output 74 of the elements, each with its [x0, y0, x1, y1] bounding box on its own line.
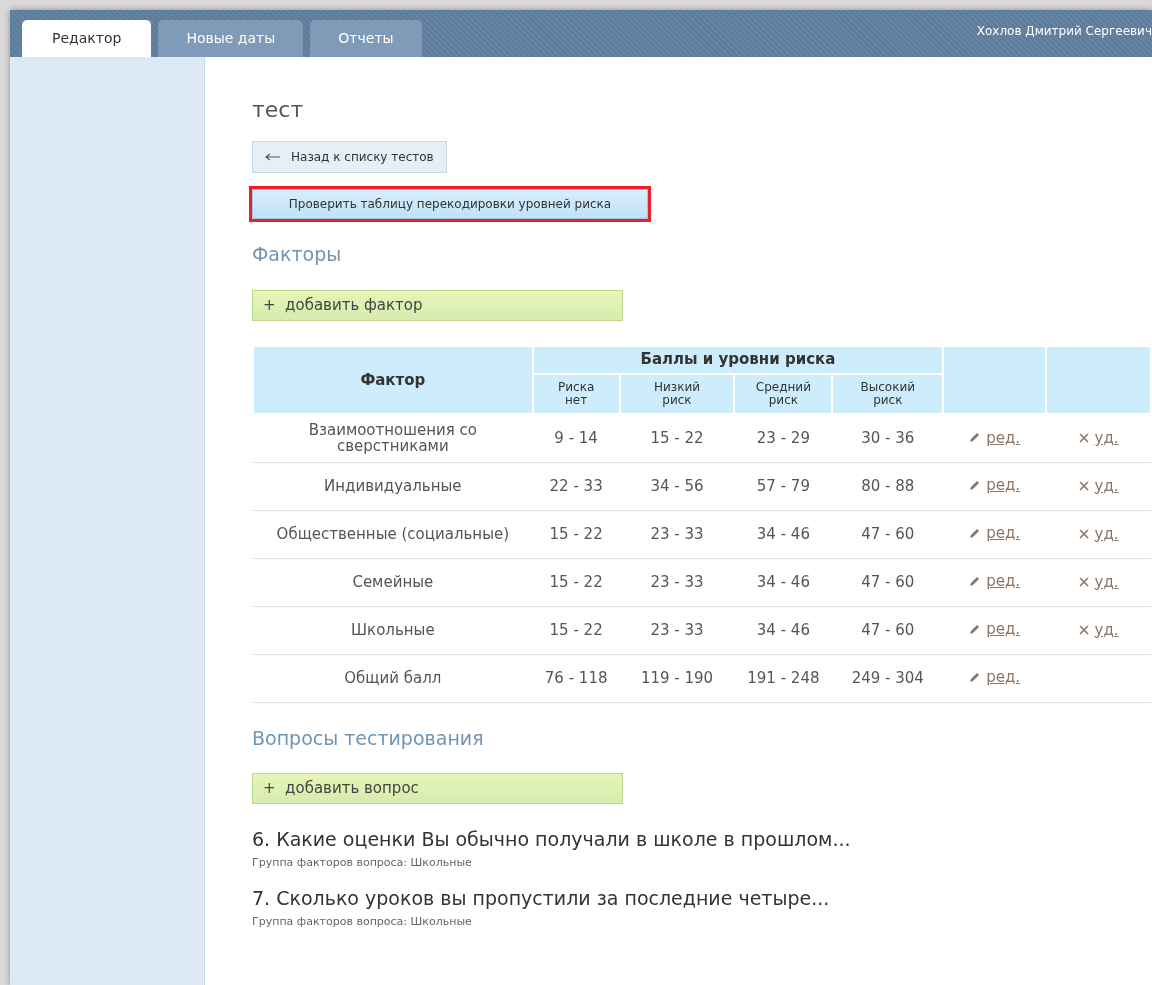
delete-link[interactable]: уд. — [1078, 477, 1119, 495]
pencil-icon — [969, 672, 981, 684]
table-cell: 15 - 22 — [532, 558, 620, 607]
close-icon — [1078, 528, 1089, 539]
pencil-icon — [969, 624, 981, 636]
tab[interactable]: Редактор — [22, 20, 152, 57]
column-header: Высокий риск — [832, 373, 944, 415]
tab[interactable]: Новые даты — [158, 20, 304, 57]
delete-link[interactable]: уд. — [1078, 573, 1119, 591]
table-cell: Индивидуальные — [253, 462, 533, 511]
question-title[interactable]: 6. Какие оценки Вы обычно получали в школе в прошлом... — [252, 827, 1152, 851]
table-cell: 119 - 190 — [619, 654, 735, 703]
check-table-button[interactable]: Проверить таблицу перекодировки уровней риска — [252, 189, 648, 220]
column-header: Фактор — [253, 345, 533, 415]
close-icon — [1078, 433, 1089, 444]
table-cell: 57 - 79 — [734, 462, 833, 511]
table-cell: 15 - 22 — [532, 606, 620, 655]
table-cell: 34 - 46 — [734, 606, 833, 655]
close-icon — [1078, 576, 1089, 587]
table-cell: 23 - 29 — [734, 414, 833, 463]
tab[interactable]: Отчеты — [310, 20, 422, 57]
pencil-icon — [969, 480, 981, 492]
table-cell: 249 - 304 — [832, 654, 944, 703]
table-cell: 23 - 33 — [619, 606, 735, 655]
table-cell: Общий балл — [253, 654, 533, 703]
page-title: тест — [252, 97, 305, 124]
pencil-icon — [969, 528, 981, 540]
table-cell: 30 - 36 — [832, 414, 944, 463]
section-heading: Вопросы тестирования — [252, 726, 485, 750]
column-header: Баллы и уровни риска — [532, 345, 944, 374]
pencil-icon — [969, 576, 981, 588]
delete-link[interactable]: уд. — [1078, 525, 1119, 543]
back-arrow-icon — [265, 153, 281, 162]
question-group: Группа факторов вопроса: Школьные — [252, 913, 1152, 931]
pencil-icon — [969, 432, 981, 444]
table-cell: 9 - 14 — [532, 414, 620, 463]
add-button[interactable]: + добавить фактор — [252, 290, 623, 321]
edit-link[interactable]: ред. — [969, 621, 1021, 638]
table-cell: 47 - 60 — [832, 510, 944, 559]
section-heading: Факторы — [252, 243, 343, 267]
table-cell: Общественные (социальные) — [253, 510, 533, 559]
edit-link[interactable]: ред. — [969, 573, 1021, 590]
add-button[interactable]: + добавить вопрос — [252, 773, 623, 804]
table-cell: 23 - 33 — [619, 558, 735, 607]
edit-link[interactable]: ред. — [969, 525, 1021, 542]
table-cell: 191 - 248 — [734, 654, 833, 703]
table-cell: 34 - 46 — [734, 510, 833, 559]
column-header: Низкий риск — [619, 373, 735, 415]
table-cell: Семейные — [253, 558, 533, 607]
table-cell: 23 - 33 — [619, 510, 735, 559]
edit-link[interactable]: ред. — [969, 669, 1021, 686]
edit-link[interactable]: ред. — [969, 477, 1021, 494]
table-cell: 34 - 46 — [734, 558, 833, 607]
column-header: Средний риск — [734, 373, 833, 415]
close-icon — [1078, 624, 1089, 635]
table-cell: 47 - 60 — [832, 558, 944, 607]
back-button[interactable]: Назад к списку тестов — [252, 141, 447, 174]
table-cell: 80 - 88 — [832, 462, 944, 511]
table-cell: 47 - 60 — [832, 606, 944, 655]
edit-link[interactable]: ред. — [969, 429, 1021, 447]
user-name: Хохлов Дмитрий Сергеевич — [976, 23, 1152, 40]
table-cell: Взаимоотношения со сверстниками — [253, 414, 533, 463]
table-cell: 76 - 118 — [532, 654, 620, 703]
question-group: Группа факторов вопроса: Школьные — [252, 854, 1152, 872]
question-title[interactable]: 7. Сколько уроков вы пропустили за последние четыре... — [252, 887, 1152, 910]
table-cell: 15 - 22 — [532, 510, 620, 559]
delete-link[interactable]: уд. — [1078, 429, 1119, 447]
table-cell: 22 - 33 — [532, 462, 620, 511]
table-cell: 15 - 22 — [619, 414, 735, 463]
table-cell: Школьные — [253, 606, 533, 655]
delete-link[interactable]: уд. — [1078, 621, 1119, 639]
column-header: Риска нет — [532, 373, 620, 415]
close-icon — [1078, 480, 1089, 491]
table-cell: 34 - 56 — [619, 462, 735, 511]
